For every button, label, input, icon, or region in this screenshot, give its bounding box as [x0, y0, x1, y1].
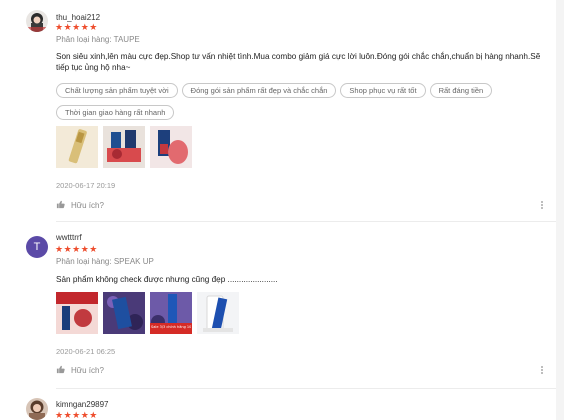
review-timestamp: 2020-06-17 20:19 — [56, 181, 116, 190]
username[interactable]: wwtttrrf — [56, 233, 82, 242]
username[interactable]: kimngan29897 — [56, 400, 108, 409]
variation-label: Phân loại hàng: TAUPE — [56, 35, 140, 44]
review-tag[interactable]: Shop phục vụ rất tốt — [340, 83, 426, 98]
rating-stars: ★★★★★ — [55, 244, 98, 254]
avatar[interactable]: T — [26, 236, 48, 258]
scrollbar[interactable] — [556, 0, 564, 420]
review-text: Sản phẩm không check được nhưng cũng đẹp… — [56, 275, 278, 284]
rating-stars: ★★★★★ — [55, 410, 98, 420]
review-tag[interactable]: Rất đáng tiền — [429, 83, 493, 98]
review-tags: Chất lượng sản phẩm tuyệt vời Đóng gói sả… — [56, 80, 536, 124]
avatar[interactable] — [26, 10, 48, 32]
image-caption: Sale 3/3 chính hãng 100% — [151, 325, 191, 329]
review-image[interactable] — [150, 126, 192, 168]
avatar[interactable] — [26, 398, 48, 420]
review-tag[interactable]: Chất lượng sản phẩm tuyệt vời — [56, 83, 178, 98]
review-image[interactable] — [56, 126, 98, 168]
helpful-label: Hữu ích? — [71, 366, 104, 375]
review-image[interactable] — [103, 126, 145, 168]
helpful-button[interactable]: Hữu ích? — [56, 200, 104, 211]
more-options-icon[interactable] — [541, 201, 544, 210]
review-divider — [56, 388, 564, 389]
helpful-button[interactable]: Hữu ích? — [56, 365, 104, 376]
review-image[interactable]: Sale 3/3 chính hãng 100% — [150, 292, 192, 334]
rating-stars: ★★★★★ — [55, 22, 98, 32]
thumbs-up-icon — [56, 200, 65, 211]
review-image[interactable] — [103, 292, 145, 334]
username[interactable]: thu_hoai212 — [56, 13, 100, 22]
review-text: Son siêu xinh,lên màu cực đẹp.Shop tư vấ… — [56, 52, 541, 72]
review-divider — [56, 221, 564, 222]
review-timestamp: 2020-06-21 06:25 — [56, 347, 116, 356]
review-tag[interactable]: Đóng gói sản phẩm rất đẹp và chắc chắn — [181, 83, 337, 98]
avatar-letter: T — [33, 241, 41, 253]
variation-label: Phân loại hàng: SPEAK UP — [56, 257, 154, 266]
more-options-icon[interactable] — [541, 366, 544, 375]
thumbs-up-icon — [56, 365, 65, 376]
review-image[interactable] — [56, 292, 98, 334]
review-tag[interactable]: Thời gian giao hàng rất nhanh — [56, 105, 175, 120]
review-image[interactable] — [197, 292, 239, 334]
helpful-label: Hữu ích? — [71, 201, 104, 210]
